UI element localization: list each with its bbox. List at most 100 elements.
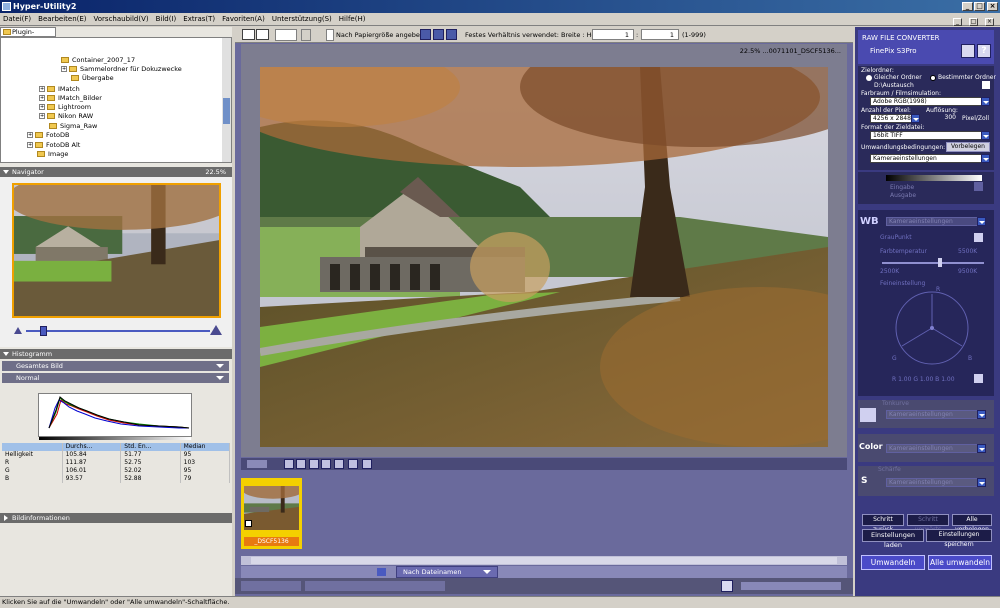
sort-icon[interactable] — [377, 568, 386, 576]
thumbnail-size-slider[interactable] — [741, 582, 841, 590]
format-select[interactable]: 16bit TIFF — [870, 131, 990, 140]
zoom-slider-thumb[interactable] — [40, 326, 47, 336]
info-icon[interactable] — [362, 459, 372, 469]
collapse-icon[interactable] — [3, 352, 9, 356]
step-forward-button[interactable]: Schritt vorwärts — [907, 514, 949, 533]
tree-item[interactable]: + FotoDB Alt — [27, 141, 80, 150]
tone-curve-select[interactable]: Kameraeinstellungen — [886, 410, 986, 419]
ratio-height-input[interactable]: 1 — [641, 29, 679, 40]
grid-icon[interactable] — [301, 29, 311, 41]
expand-icon[interactable]: + — [39, 104, 45, 110]
resolution-input[interactable]: 300 — [926, 114, 956, 123]
pixels-select[interactable]: 4256 x 2848 — [870, 114, 920, 123]
color-select[interactable]: Kameraeinstellungen — [886, 444, 986, 453]
expand-icon[interactable]: + — [39, 113, 45, 119]
paper-size-checkbox[interactable] — [326, 29, 334, 41]
scroll-track[interactable] — [251, 557, 837, 564]
zoom-in-icon[interactable] — [210, 325, 222, 335]
wrench-icon[interactable] — [961, 44, 975, 58]
convert-all-button[interactable]: Alle umwandeln — [928, 555, 992, 570]
navigator-thumbnail[interactable] — [12, 183, 221, 318]
zoom-slider[interactable] — [14, 325, 222, 336]
expand-icon[interactable] — [4, 515, 8, 521]
conditions-select[interactable]: Kameraeinstellungen — [870, 154, 990, 163]
expand-icon[interactable]: + — [27, 132, 33, 138]
single-view-icon[interactable] — [242, 29, 255, 40]
crop-icon[interactable] — [446, 29, 457, 40]
menu-favoriten[interactable]: Favoriten(A) — [222, 15, 265, 23]
menu-bearbeiten[interactable]: Bearbeiten(E) — [38, 15, 86, 23]
convert-button[interactable]: Umwandeln — [861, 555, 925, 570]
fullscreen-icon[interactable] — [334, 459, 344, 469]
settings-icon[interactable] — [721, 580, 733, 592]
eyedropper-icon[interactable] — [974, 182, 983, 191]
save-settings-button[interactable]: Einstellungen speichern — [926, 529, 992, 548]
tree-item[interactable]: + IMatch — [39, 85, 80, 94]
tree-item[interactable]: + Nikon RAW — [39, 112, 93, 121]
expand-icon[interactable]: + — [61, 66, 67, 72]
menu-extras[interactable]: Extras(T) — [183, 15, 215, 23]
image-icon[interactable] — [348, 459, 358, 469]
menu-hilfe[interactable]: Hilfe(H) — [339, 15, 366, 23]
tree-item[interactable]: + Lightroom — [39, 103, 91, 112]
colortemp-thumb[interactable] — [938, 258, 942, 267]
tree-item[interactable]: + FotoDB — [27, 131, 69, 140]
zoom-slider-track[interactable] — [26, 330, 210, 332]
tree-scrollbar[interactable] — [222, 38, 231, 162]
filmstrip-scrollbar[interactable] — [241, 556, 847, 565]
menu-bild[interactable]: Bild(I) — [156, 15, 177, 23]
fit-icon[interactable] — [420, 29, 431, 40]
bottom-tool-group-1[interactable] — [241, 581, 301, 591]
rotate-right-icon[interactable] — [296, 459, 306, 469]
menu-datei[interactable]: Datei(F) — [3, 15, 31, 23]
sharpness-select[interactable]: Kameraeinstellungen — [886, 478, 986, 487]
tree-item[interactable]: Sigma_Raw — [49, 122, 97, 131]
histogram-mode-select[interactable]: Normal — [2, 373, 229, 383]
expand-icon[interactable]: + — [27, 142, 33, 148]
tree-item[interactable]: + IMatch_Bilder — [39, 94, 102, 103]
rotate-left-icon[interactable] — [284, 459, 294, 469]
browse-folder-icon[interactable] — [982, 81, 990, 89]
tree-item[interactable]: Container_2007_17 — [61, 56, 135, 65]
load-settings-button[interactable]: Einstellungen laden — [862, 529, 924, 549]
nav-prev-next[interactable] — [247, 460, 267, 468]
main-image[interactable] — [260, 67, 828, 447]
collapse-icon[interactable] — [3, 170, 9, 174]
colorspace-select[interactable]: Adobe RGB(1998) — [870, 97, 990, 106]
compare-view-icon[interactable] — [256, 29, 269, 40]
all-preset-button[interactable]: Alle vorbelegen — [952, 514, 992, 533]
scroll-thumb[interactable] — [223, 98, 230, 124]
hand-tool-icon[interactable] — [321, 459, 331, 469]
mdi-minimize-button[interactable]: _ — [953, 18, 962, 26]
menu-unterstuetzung[interactable]: Unterstützung(S) — [272, 15, 332, 23]
reset-wb-icon[interactable] — [974, 374, 983, 383]
mdi-restore-button[interactable]: □ — [969, 18, 978, 26]
expand-icon[interactable]: + — [39, 95, 45, 101]
graypoint-eyedropper-icon[interactable] — [974, 233, 983, 242]
preset-button[interactable]: Vorbelegen — [946, 142, 990, 152]
histogram-header[interactable]: Histogramm — [0, 349, 232, 359]
ratio-width-input[interactable]: 1 — [592, 29, 634, 40]
navigator-header[interactable]: Navigator 22.5% — [0, 167, 232, 177]
menu-vorschaubild[interactable]: Vorschaubild(V) — [94, 15, 149, 23]
tree-item[interactable]: + Sammelordner für Dokuzwecke — [61, 65, 182, 74]
radio-same-folder[interactable] — [866, 75, 872, 81]
plugin-tab[interactable]: Plugin-Ablage — [0, 27, 56, 44]
radio-chosen-folder[interactable] — [930, 75, 936, 81]
tree-item[interactable]: Image — [37, 150, 68, 159]
sort-select[interactable]: Nach Dateinamen — [396, 566, 498, 578]
histogram-scope-select[interactable]: Gesamtes Bild — [2, 361, 229, 371]
maximize-button[interactable]: □ — [974, 2, 985, 11]
bildinfo-header[interactable]: Bildinformationen — [0, 513, 232, 523]
wb-select[interactable]: Kameraeinstellungen — [886, 217, 986, 226]
thumbnail-selected[interactable]: _DSCF5136 — [241, 478, 305, 549]
step-back-button[interactable]: Schritt zurück — [862, 514, 904, 533]
help-icon[interactable]: ? — [977, 44, 991, 58]
levels-gradient[interactable] — [886, 175, 982, 181]
tree-item[interactable]: Übergabe — [71, 74, 114, 83]
bottom-tool-group-2[interactable] — [305, 581, 445, 591]
minimize-button[interactable]: _ — [962, 2, 973, 11]
expand-icon[interactable]: + — [39, 86, 45, 92]
grid-view-icon[interactable] — [275, 29, 297, 41]
color-wheel[interactable] — [894, 290, 970, 366]
